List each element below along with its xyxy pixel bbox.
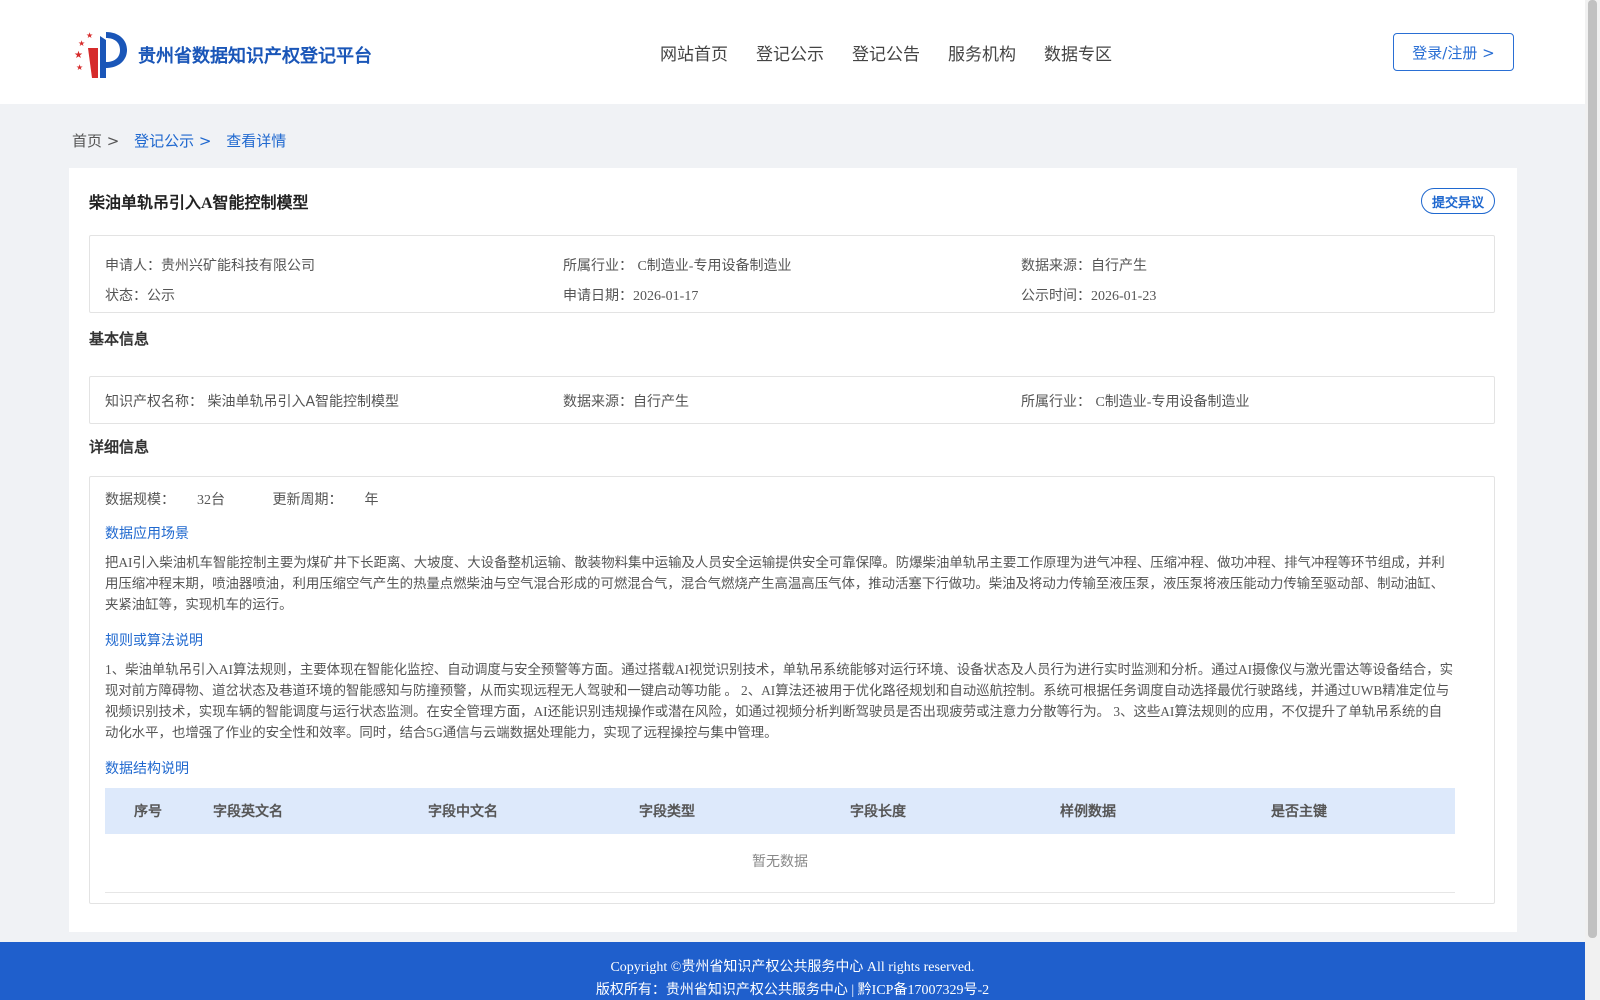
nav-registration-announcement[interactable]: 登记公告 — [852, 40, 920, 65]
page-scrollbar[interactable] — [1585, 0, 1600, 1000]
breadcrumb-current: 查看详情 — [226, 132, 287, 150]
industry-field: 所属行业： C制造业-专用设备制造业 — [563, 258, 792, 274]
basic-info-box: 知识产权名称： 柴油单轨吊引入A智能控制模型 数据来源：自行产生 所属行业： C… — [89, 376, 1495, 424]
status-field: 状态：公示 — [105, 288, 175, 304]
detail-info-box: 数据规模： 32台 更新周期：年 数据应用场景 把AI引入柴油机车智能控制主要为煤… — [89, 476, 1495, 904]
scrollbar-thumb[interactable] — [1588, 0, 1597, 938]
main-nav: 网站首页 登记公示 登记公告 服务机构 数据专区 — [660, 40, 1112, 65]
publish-date-field: 公示时间：2026-01-23 — [1021, 288, 1157, 304]
detail-card: 柴油单轨吊引入A智能控制模型 提交异议 申请人：贵州兴矿能科技有限公司 所属行业… — [69, 168, 1517, 932]
nav-home[interactable]: 网站首页 — [660, 40, 728, 65]
svg-text:★: ★ — [74, 50, 83, 61]
col-field-type: 字段类型 — [639, 805, 695, 820]
breadcrumb: 首页 > 登记公示 > 查看详情 — [72, 130, 296, 151]
col-primary-key: 是否主键 — [1271, 805, 1327, 820]
icp-text[interactable]: 版权所有：贵州省知识产权公共服务中心 | 黔ICP备17007329号-2 — [0, 979, 1585, 999]
col-field-length: 字段长度 — [850, 805, 906, 820]
col-field-en: 字段英文名 — [213, 805, 283, 820]
scene-text: 把AI引入柴油机车智能控制主要为煤矿井下长距离、大坡度、大设备整机运输、散装物料… — [105, 555, 1445, 612]
svg-text:★: ★ — [78, 39, 85, 48]
nav-registration-publicity[interactable]: 登记公示 — [756, 40, 824, 65]
basic-industry-field: 所属行业： C制造业-专用设备制造业 — [1021, 394, 1250, 410]
breadcrumb-home[interactable]: 首页 > — [72, 132, 119, 150]
site-footer: Copyright ©贵州省知识产权公共服务中心 All rights rese… — [0, 942, 1585, 1000]
col-field-cn: 字段中文名 — [428, 805, 498, 820]
login-register-button[interactable]: 登录/注册 > — [1393, 33, 1514, 71]
basic-source-field: 数据来源：自行产生 — [563, 394, 689, 410]
submit-objection-button[interactable]: 提交异议 — [1421, 188, 1495, 214]
site-header: ★ ★ ★ ★ 贵州省数据知识产权登记平台 网站首页 登记公示 登记公告 服务机… — [0, 0, 1585, 104]
copyright-text: Copyright ©贵州省知识产权公共服务中心 All rights rese… — [610, 960, 975, 975]
platform-logo[interactable]: ★ ★ ★ ★ — [72, 28, 130, 78]
scale-line: 数据规模： 32台 更新周期：年 — [105, 493, 379, 508]
col-sample: 样例数据 — [1060, 805, 1116, 820]
basic-info-title: 基本信息 — [89, 332, 150, 348]
nav-service-agencies[interactable]: 服务机构 — [948, 40, 1016, 65]
applicant-field: 申请人：贵州兴矿能科技有限公司 — [105, 258, 315, 274]
empty-table-message: 暂无数据 — [105, 834, 1455, 893]
record-title: 柴油单轨吊引入A智能控制模型 — [89, 195, 309, 212]
site-title[interactable]: 贵州省数据知识产权登记平台 — [138, 42, 372, 68]
source-field: 数据来源：自行产生 — [1021, 258, 1147, 274]
algorithm-title: 规则或算法说明 — [105, 633, 203, 649]
col-index: 序号 — [134, 805, 162, 820]
record-meta-box: 申请人：贵州兴矿能科技有限公司 所属行业： C制造业-专用设备制造业 数据来源：… — [89, 235, 1495, 313]
apply-date-field: 申请日期：2026-01-17 — [563, 288, 699, 304]
algorithm-text: 1、柴油单轨吊引入AI算法规则，主要体现在智能化监控、自动调度与安全预警等方面。… — [105, 662, 1453, 740]
scene-title: 数据应用场景 — [105, 526, 189, 542]
structure-table-header: 序号 字段英文名 字段中文名 字段类型 字段长度 样例数据 是否主键 — [105, 788, 1455, 834]
structure-title: 数据结构说明 — [105, 761, 189, 777]
nav-data-zone[interactable]: 数据专区 — [1044, 40, 1112, 65]
svg-text:★: ★ — [86, 31, 93, 40]
ip-name-field: 知识产权名称： 柴油单轨吊引入A智能控制模型 — [105, 394, 400, 410]
breadcrumb-section[interactable]: 登记公示 > — [134, 132, 211, 150]
svg-text:★: ★ — [76, 63, 83, 72]
detail-info-title: 详细信息 — [89, 440, 150, 456]
